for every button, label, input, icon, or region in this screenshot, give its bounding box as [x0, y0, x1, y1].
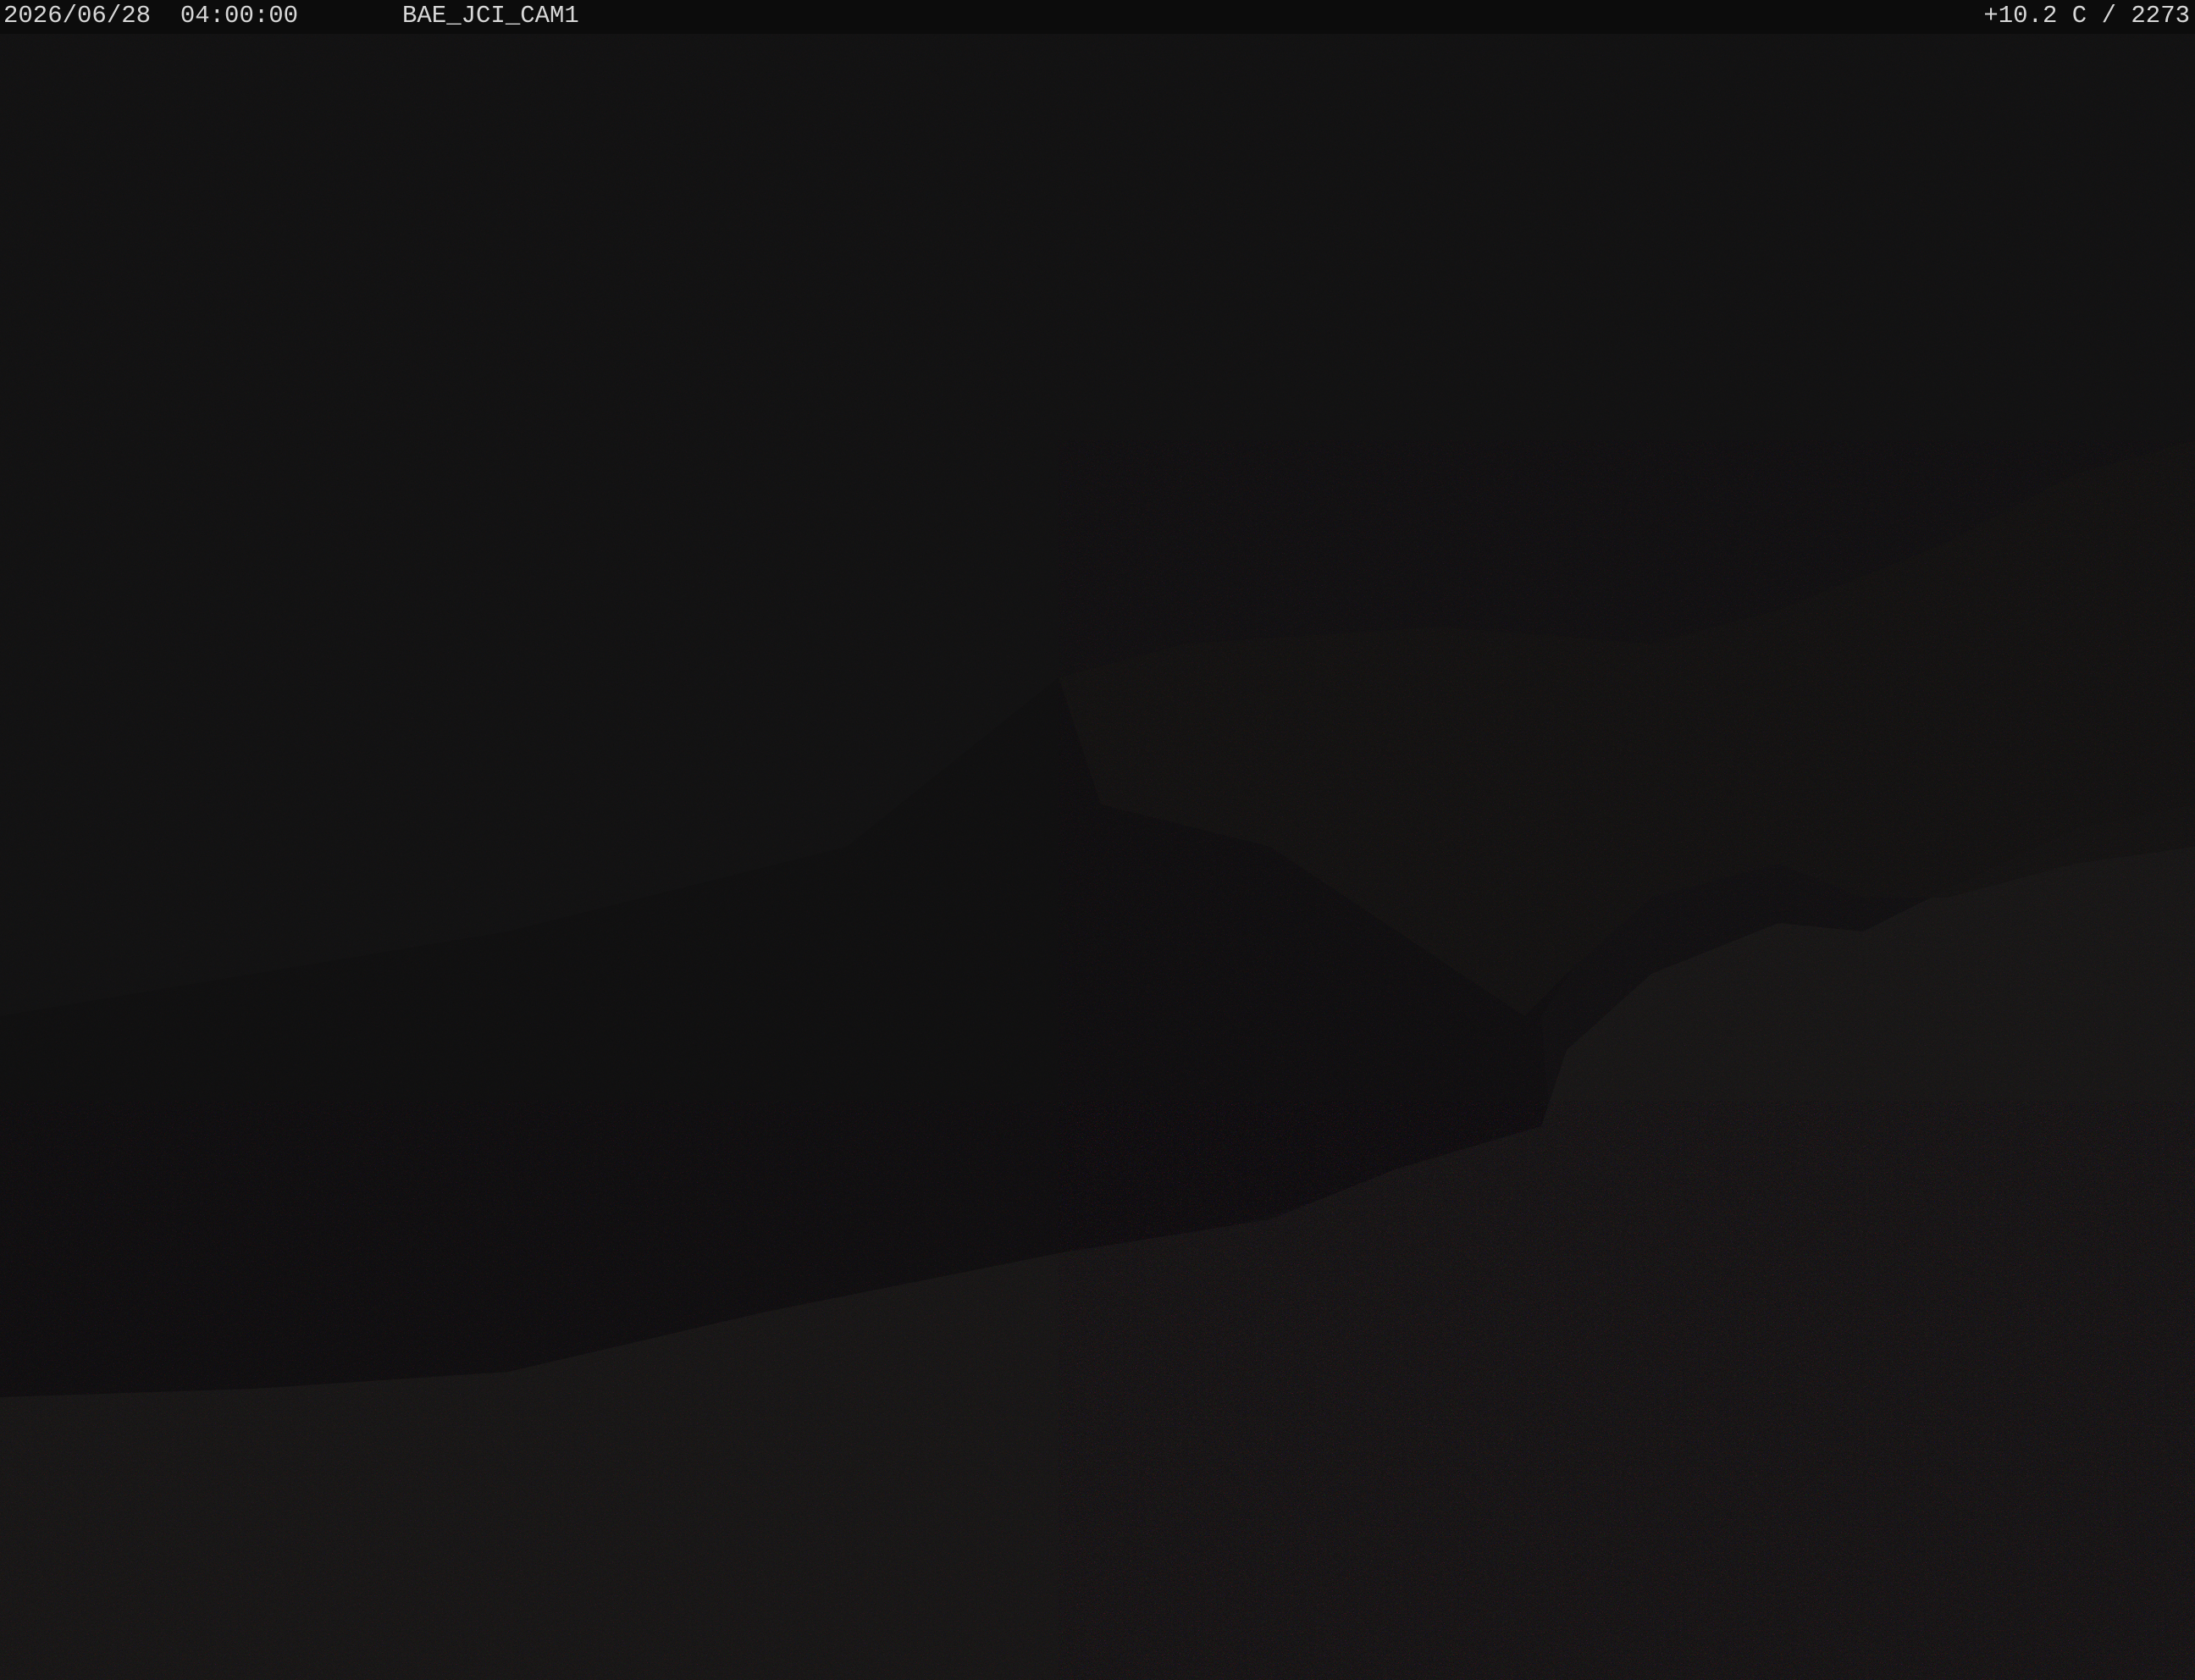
webcam-frame: 2026/06/28 04:00:00 BAE_JCI_CAM1 +10.2 C… [0, 0, 2195, 1680]
camera-info-bar [0, 0, 2195, 34]
temperature-label: +10.2 C / 2273 [1983, 2, 2190, 30]
night-landscape-image [0, 0, 2195, 1680]
timestamp-label: 2026/06/28 04:00:00 [3, 2, 299, 30]
camera-id-label: BAE_JCI_CAM1 [402, 2, 579, 30]
